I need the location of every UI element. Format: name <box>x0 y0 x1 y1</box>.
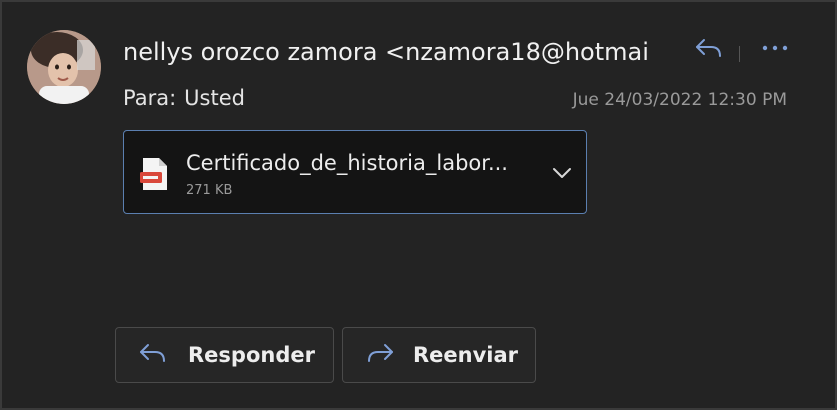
reply-arrow-icon <box>696 39 721 57</box>
forward-button-label: Reenviar <box>413 343 519 367</box>
attachment-size: 271 KB <box>186 183 233 198</box>
attachment-card[interactable]: Certificado_de_historia_labor... 271 KB <box>123 130 587 214</box>
recipient-line: Para: Usted <box>123 86 245 110</box>
message-date: Jue 24/03/2022 12:30 PM <box>572 90 787 110</box>
reply-button[interactable]: Responder <box>115 327 334 383</box>
forward-button[interactable]: Reenviar <box>342 327 536 383</box>
to-label: Para: <box>123 86 177 110</box>
reply-arrow-icon <box>138 342 168 368</box>
sender-avatar[interactable] <box>27 30 101 104</box>
reply-icon-button[interactable] <box>691 32 727 64</box>
pdf-file-icon <box>140 157 170 195</box>
email-reading-pane: nellys orozco zamora <nzamora18@hotmai P… <box>0 0 837 410</box>
chevron-down-icon[interactable] <box>548 161 576 185</box>
forward-arrow-icon <box>365 342 395 368</box>
sender-name-address[interactable]: nellys orozco zamora <nzamora18@hotmai <box>123 38 678 66</box>
reply-button-label: Responder <box>188 343 315 367</box>
to-value[interactable]: Usted <box>184 86 245 110</box>
toolbar-divider <box>739 46 740 62</box>
attachment-name: Certificado_de_historia_labor... <box>186 151 508 175</box>
more-dots-icon <box>762 45 788 51</box>
more-actions-button[interactable] <box>755 32 795 64</box>
